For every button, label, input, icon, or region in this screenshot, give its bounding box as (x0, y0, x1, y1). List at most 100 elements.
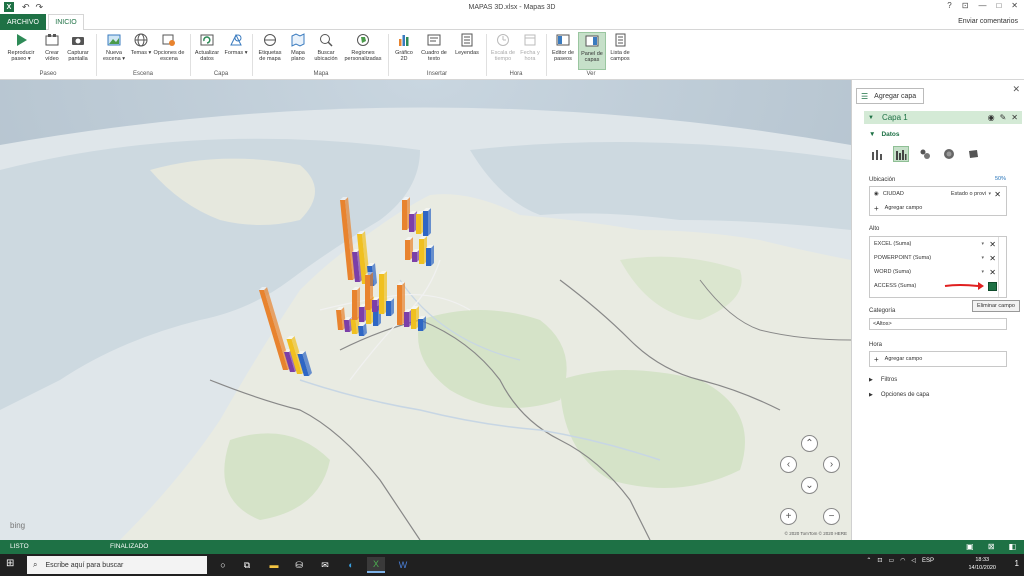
time-scale-button[interactable]: Escala de tiempo (488, 32, 518, 62)
picture-icon[interactable]: ▣ (966, 542, 974, 551)
cortana-icon[interactable]: ○ (214, 557, 232, 573)
remove-field-icon[interactable]: ✕ (989, 268, 996, 277)
layer-pane-button[interactable]: Panel de capas (578, 32, 606, 70)
category-field[interactable]: <Altos> (869, 318, 1007, 330)
clock[interactable]: 18:33 14/10/2020 (968, 556, 996, 572)
help-button[interactable]: ? (947, 1, 951, 10)
remove-field-icon[interactable]: ✕ (989, 254, 996, 263)
region-icon[interactable] (965, 146, 981, 162)
date-time-button[interactable]: Fecha y hora (518, 32, 542, 62)
remove-field-icon[interactable]: ✕ (994, 190, 1001, 199)
close-window-button[interactable]: ✕ (1011, 1, 1018, 10)
field-list-button[interactable]: Lista de campos (607, 32, 633, 62)
shapes-button[interactable]: Formas ▾ (224, 32, 248, 56)
bubble-icon[interactable] (917, 146, 933, 162)
wifi-icon[interactable]: ◠ (900, 557, 905, 564)
remove-field-icon-hover[interactable] (988, 281, 997, 291)
taskbar-search[interactable]: ⌕ Escribe aquí para buscar (27, 556, 207, 574)
themes-button[interactable]: Temas ▾ (130, 32, 152, 56)
flat-map-button[interactable]: Mapa plano (287, 32, 309, 62)
mail-icon[interactable]: ✉ (316, 557, 334, 573)
undo-button[interactable]: ↶ (22, 2, 30, 13)
language-indicator[interactable]: ESP (922, 558, 934, 564)
excel-taskbar-icon[interactable]: X (367, 557, 385, 573)
group-label-ver: Ver (586, 71, 596, 77)
add-field-row[interactable]: + Agregar campo (870, 201, 1006, 215)
location-type-select[interactable]: Estado o provi (951, 191, 986, 197)
word-taskbar-icon[interactable]: W (394, 557, 412, 573)
bar-word (411, 309, 416, 329)
new-scene-button[interactable]: Nueva escena ▾ (100, 32, 128, 62)
chevron-down-icon[interactable]: ▾ (981, 255, 984, 261)
map-view[interactable]: bing © 2020 TomTom © 2020 HERE ⌃ ‹ › ⌄ +… (0, 80, 851, 540)
scene-options-button[interactable]: Opciones de escena (153, 32, 185, 62)
field-row-powerpoint[interactable]: POWERPOINT (Suma) ▾ ✕ (870, 251, 1006, 265)
add-time-field-row[interactable]: + Agregar campo (870, 352, 1006, 366)
network-icon[interactable]: ⊡ (877, 557, 882, 564)
minimize-button[interactable]: — (978, 1, 986, 10)
clustered-column-icon[interactable] (893, 146, 909, 162)
location-field-box: ◉ CIUDAD Estado o provi ▾ ✕ + Agregar ca… (869, 186, 1007, 216)
field-row-excel[interactable]: EXCEL (Suma) ▾ ✕ (870, 237, 1006, 251)
stacked-column-icon[interactable] (869, 146, 885, 162)
datetime-icon (522, 32, 538, 48)
layers-icon[interactable]: ◧ (1008, 542, 1016, 551)
collapse-triangle-icon[interactable]: ▼ (868, 115, 874, 121)
datos-section[interactable]: ▼ Datos (869, 131, 900, 138)
map-labels-button[interactable]: Etiquetas de mapa (255, 32, 285, 62)
location-field-row[interactable]: ◉ CIUDAD Estado o provi ▾ ✕ (870, 187, 1006, 201)
volume-icon[interactable]: ◁ (911, 557, 916, 564)
field-row-word[interactable]: WORD (Suma) ▾ ✕ (870, 265, 1006, 279)
chart-2d-button[interactable]: Gráfico 2D (392, 32, 416, 62)
chevron-down-icon[interactable]: ▾ (981, 269, 984, 275)
custom-regions-button[interactable]: Regiones personalizadas (342, 32, 384, 62)
tour-editor-button[interactable]: Editor de paseos (549, 32, 577, 62)
geocode-percent[interactable]: 50% (995, 176, 1006, 182)
store-icon[interactable]: ⛁ (290, 557, 308, 573)
restore-view-button[interactable]: ⊡ (962, 1, 969, 10)
tab-archivo[interactable]: ARCHIVO (0, 14, 46, 30)
fit-view-icon[interactable]: ⊠ (988, 542, 995, 551)
height-field-scrollbar[interactable] (998, 237, 1006, 297)
task-view-icon[interactable]: ⧉ (238, 557, 256, 573)
textbox-button[interactable]: Cuadro de texto (417, 32, 451, 62)
edge-icon[interactable]: ◐ (342, 557, 360, 573)
tilt-up-button[interactable]: ⌃ (801, 435, 818, 452)
radio-icon[interactable]: ◉ (874, 191, 879, 197)
delete-layer-icon[interactable]: ✕ (1011, 113, 1018, 122)
remove-field-icon[interactable]: ✕ (989, 240, 996, 249)
layer-header[interactable]: ▼ Capa 1 ◉ ✎ ✕ (864, 111, 1022, 124)
windows-start-icon[interactable]: ⊞ (6, 558, 14, 569)
redo-button[interactable]: ↷ (36, 2, 44, 13)
layer-options-section[interactable]: ▶ Opciones de capa (869, 392, 929, 398)
tab-inicio[interactable]: INICIO (48, 14, 84, 30)
heatmap-icon[interactable] (941, 146, 957, 162)
zoom-out-button[interactable]: − (823, 508, 840, 525)
rotate-left-button[interactable]: ‹ (780, 456, 797, 473)
tilt-down-button[interactable]: ⌄ (801, 477, 818, 494)
battery-icon[interactable]: ▭ (888, 557, 894, 564)
notification-icon[interactable]: 1 (1015, 559, 1019, 568)
bar-powerpoint (359, 307, 364, 322)
plus-icon: + (874, 354, 879, 364)
pencil-icon[interactable]: ✎ (1000, 113, 1007, 122)
capture-screen-button[interactable]: Capturar pantalla (64, 32, 92, 62)
send-feedback-link[interactable]: Enviar comentarios (958, 18, 1018, 25)
play-tour-button[interactable]: Reproducir paseo ▾ (3, 32, 39, 62)
rotate-right-button[interactable]: › (823, 456, 840, 473)
filtros-section[interactable]: ▶ Filtros (869, 377, 897, 383)
chevron-down-icon[interactable]: ▾ (981, 241, 984, 247)
field-row-access[interactable]: ACCESS (Suma) (870, 279, 1006, 293)
refresh-data-button[interactable]: Actualizar datos (192, 32, 222, 62)
legends-button[interactable]: Leyendas (452, 32, 482, 56)
chevron-up-icon[interactable]: ⌃ (866, 557, 871, 564)
find-location-button[interactable]: Buscar ubicación (310, 32, 342, 62)
add-layer-button[interactable]: ☰ Agregar capa (856, 88, 924, 104)
chevron-down-icon[interactable]: ▾ (988, 191, 991, 197)
create-video-button[interactable]: Crear vídeo (41, 32, 63, 62)
zoom-in-button[interactable]: + (780, 508, 797, 525)
close-pane-button[interactable]: ✕ (1012, 84, 1020, 95)
file-explorer-icon[interactable]: ▬ (265, 557, 283, 573)
maximize-button[interactable]: □ (996, 1, 1001, 10)
eye-icon[interactable]: ◉ (988, 113, 995, 122)
